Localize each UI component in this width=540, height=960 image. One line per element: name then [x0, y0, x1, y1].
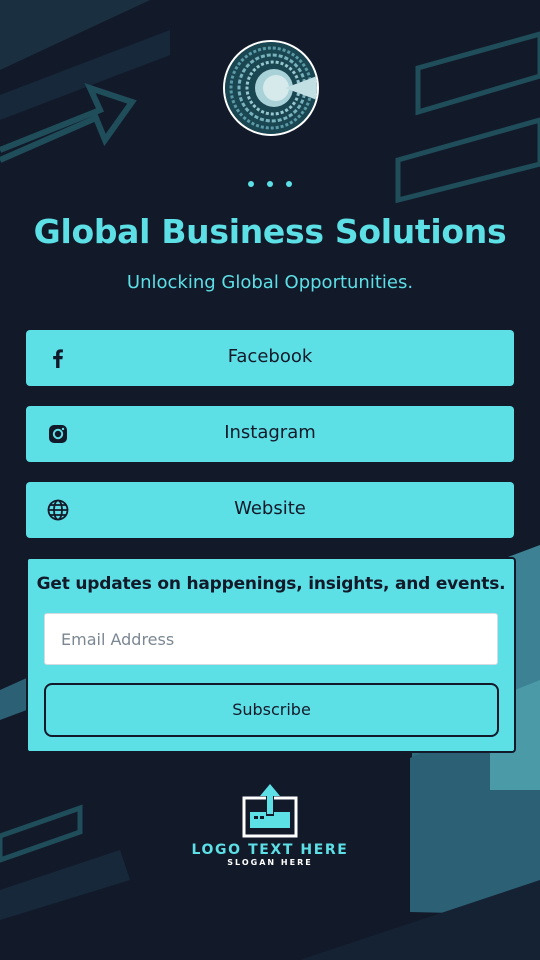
- instagram-link-label: Instagram: [224, 422, 316, 443]
- upload-box-icon: [242, 784, 298, 838]
- website-link-label: Website: [234, 498, 306, 519]
- subscribe-button[interactable]: Subscribe: [44, 683, 499, 737]
- link-page: Global Business Solutions Unlocking Glob…: [0, 0, 540, 960]
- profile-avatar: [223, 40, 319, 136]
- facebook-link-label: Facebook: [227, 346, 313, 367]
- newsletter-form: Get updates on happenings, insights, and…: [26, 557, 516, 753]
- website-link-button[interactable]: Website: [26, 482, 514, 538]
- page-title: Global Business Solutions: [33, 212, 507, 251]
- more-options-icon[interactable]: [248, 176, 292, 192]
- facebook-link-button[interactable]: Facebook: [26, 330, 514, 386]
- page-subtitle: Unlocking Global Opportunities.: [126, 272, 414, 293]
- instagram-link-button[interactable]: Instagram: [26, 406, 514, 462]
- logo-text: LOGO TEXT HERE: [191, 842, 349, 858]
- email-field[interactable]: [44, 613, 498, 665]
- tunnel-image: [225, 42, 317, 134]
- logo-slogan: SLOGAN HERE: [227, 858, 313, 867]
- brand-logo: LOGO TEXT HERE SLOGAN HERE: [0, 784, 540, 874]
- newsletter-heading: Get updates on happenings, insights, and…: [36, 574, 506, 594]
